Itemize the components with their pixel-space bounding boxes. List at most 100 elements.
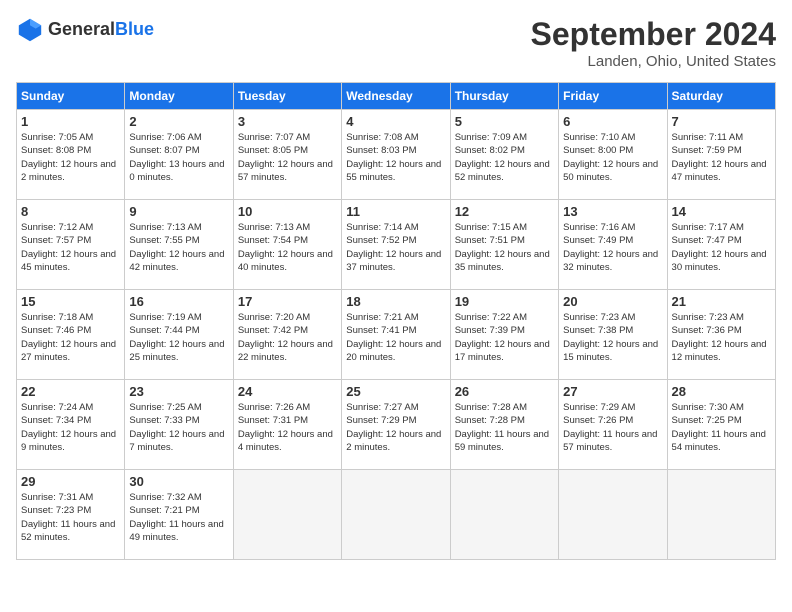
day-info: Sunrise: 7:16 AMSunset: 7:49 PMDaylight:… [563, 221, 662, 274]
day-info: Sunrise: 7:10 AMSunset: 8:00 PMDaylight:… [563, 131, 662, 184]
day-cell-3: 3 Sunrise: 7:07 AMSunset: 8:05 PMDaylight… [233, 110, 341, 200]
day-number: 13 [563, 204, 662, 219]
empty-cell [233, 470, 341, 560]
day-number: 15 [21, 294, 120, 309]
day-cell-2: 2 Sunrise: 7:06 AMSunset: 8:07 PMDaylight… [125, 110, 233, 200]
day-info: Sunrise: 7:11 AMSunset: 7:59 PMDaylight:… [672, 131, 771, 184]
day-cell-24: 24 Sunrise: 7:26 AMSunset: 7:31 PMDayligh… [233, 380, 341, 470]
day-number: 2 [129, 114, 228, 129]
day-cell-14: 14 Sunrise: 7:17 AMSunset: 7:47 PMDayligh… [667, 200, 775, 290]
day-info: Sunrise: 7:09 AMSunset: 8:02 PMDaylight:… [455, 131, 554, 184]
day-number: 26 [455, 384, 554, 399]
day-info: Sunrise: 7:22 AMSunset: 7:39 PMDaylight:… [455, 311, 554, 364]
day-number: 22 [21, 384, 120, 399]
day-number: 12 [455, 204, 554, 219]
day-number: 8 [21, 204, 120, 219]
day-cell-26: 26 Sunrise: 7:28 AMSunset: 7:28 PMDayligh… [450, 380, 558, 470]
day-number: 29 [21, 474, 120, 489]
day-cell-6: 6 Sunrise: 7:10 AMSunset: 8:00 PMDaylight… [559, 110, 667, 200]
day-number: 21 [672, 294, 771, 309]
day-info: Sunrise: 7:29 AMSunset: 7:26 PMDaylight:… [563, 401, 662, 454]
day-number: 1 [21, 114, 120, 129]
day-cell-23: 23Sunrise: 7:25 AMSunset: 7:33 PMDayligh… [125, 380, 233, 470]
empty-cell [559, 470, 667, 560]
day-info: Sunrise: 7:05 AMSunset: 8:08 PMDaylight:… [21, 131, 120, 184]
day-number: 14 [672, 204, 771, 219]
day-cell-13: 13 Sunrise: 7:16 AMSunset: 7:49 PMDayligh… [559, 200, 667, 290]
day-number: 10 [238, 204, 337, 219]
day-info: Sunrise: 7:07 AMSunset: 8:05 PMDaylight:… [238, 131, 337, 184]
day-number: 5 [455, 114, 554, 129]
day-number: 25 [346, 384, 445, 399]
day-info: Sunrise: 7:13 AMSunset: 7:55 PMDaylight:… [129, 221, 228, 274]
logo-text: GeneralBlue [48, 20, 154, 40]
day-number: 3 [238, 114, 337, 129]
col-header-tuesday: Tuesday [233, 83, 341, 110]
day-info: Sunrise: 7:24 AMSunset: 7:34 PMDaylight:… [21, 401, 120, 454]
day-number: 24 [238, 384, 337, 399]
day-cell-11: 11Sunrise: 7:14 AMSunset: 7:52 PMDayligh… [342, 200, 450, 290]
day-cell-9: 9 Sunrise: 7:13 AMSunset: 7:55 PMDaylight… [125, 200, 233, 290]
day-cell-21: 21 Sunrise: 7:23 AMSunset: 7:36 PMDayligh… [667, 290, 775, 380]
day-number: 27 [563, 384, 662, 399]
day-info: Sunrise: 7:30 AMSunset: 7:25 PMDaylight:… [672, 401, 771, 454]
logo-icon [16, 16, 44, 44]
day-cell-28: 28 Sunrise: 7:30 AMSunset: 7:25 PMDayligh… [667, 380, 775, 470]
day-cell-25: 25Sunrise: 7:27 AMSunset: 7:29 PMDayligh… [342, 380, 450, 470]
empty-cell [667, 470, 775, 560]
day-info: Sunrise: 7:15 AMSunset: 7:51 PMDaylight:… [455, 221, 554, 274]
day-cell-18: 18Sunrise: 7:21 AMSunset: 7:41 PMDayligh… [342, 290, 450, 380]
day-info: Sunrise: 7:06 AMSunset: 8:07 PMDaylight:… [129, 131, 228, 184]
empty-cell [450, 470, 558, 560]
day-number: 6 [563, 114, 662, 129]
col-header-friday: Friday [559, 83, 667, 110]
day-info: Sunrise: 7:14 AMSunset: 7:52 PMDaylight:… [346, 221, 445, 274]
day-number: 28 [672, 384, 771, 399]
month-year-title: September 2024 [531, 16, 776, 53]
empty-cell [342, 470, 450, 560]
day-number: 9 [129, 204, 228, 219]
day-info: Sunrise: 7:19 AMSunset: 7:44 PMDaylight:… [129, 311, 228, 364]
day-cell-8: 8 Sunrise: 7:12 AMSunset: 7:57 PMDaylight… [17, 200, 125, 290]
day-cell-12: 12 Sunrise: 7:15 AMSunset: 7:51 PMDayligh… [450, 200, 558, 290]
day-number: 7 [672, 114, 771, 129]
day-number: 19 [455, 294, 554, 309]
day-info: Sunrise: 7:17 AMSunset: 7:47 PMDaylight:… [672, 221, 771, 274]
day-info: Sunrise: 7:13 AMSunset: 7:54 PMDaylight:… [238, 221, 337, 274]
day-cell-30: 30 Sunrise: 7:32 AMSunset: 7:21 PMDayligh… [125, 470, 233, 560]
day-number: 30 [129, 474, 228, 489]
day-number: 4 [346, 114, 445, 129]
logo: GeneralBlue [16, 16, 154, 44]
page-header: GeneralBlue September 2024 Landen, Ohio,… [16, 16, 776, 70]
col-header-sunday: Sunday [17, 83, 125, 110]
day-info: Sunrise: 7:28 AMSunset: 7:28 PMDaylight:… [455, 401, 554, 454]
col-header-saturday: Saturday [667, 83, 775, 110]
day-info: Sunrise: 7:20 AMSunset: 7:42 PMDaylight:… [238, 311, 337, 364]
day-number: 16 [129, 294, 228, 309]
day-info: Sunrise: 7:26 AMSunset: 7:31 PMDaylight:… [238, 401, 337, 454]
day-number: 20 [563, 294, 662, 309]
location-subtitle: Landen, Ohio, United States [531, 53, 776, 70]
day-info: Sunrise: 7:12 AMSunset: 7:57 PMDaylight:… [21, 221, 120, 274]
day-info: Sunrise: 7:08 AMSunset: 8:03 PMDaylight:… [346, 131, 445, 184]
day-cell-16: 16 Sunrise: 7:19 AMSunset: 7:44 PMDayligh… [125, 290, 233, 380]
day-cell-5: 5 Sunrise: 7:09 AMSunset: 8:02 PMDaylight… [450, 110, 558, 200]
col-header-thursday: Thursday [450, 83, 558, 110]
col-header-monday: Monday [125, 83, 233, 110]
day-info: Sunrise: 7:21 AMSunset: 7:41 PMDaylight:… [346, 311, 445, 364]
day-info: Sunrise: 7:23 AMSunset: 7:36 PMDaylight:… [672, 311, 771, 364]
day-cell-20: 20Sunrise: 7:23 AMSunset: 7:38 PMDayligh… [559, 290, 667, 380]
day-cell-7: 7 Sunrise: 7:11 AMSunset: 7:59 PMDaylight… [667, 110, 775, 200]
day-cell-4: 4 Sunrise: 7:08 AMSunset: 8:03 PMDaylight… [342, 110, 450, 200]
day-number: 23 [129, 384, 228, 399]
day-info: Sunrise: 7:18 AMSunset: 7:46 PMDaylight:… [21, 311, 120, 364]
day-cell-17: 17 Sunrise: 7:20 AMSunset: 7:42 PMDayligh… [233, 290, 341, 380]
day-number: 17 [238, 294, 337, 309]
day-cell-19: 19 Sunrise: 7:22 AMSunset: 7:39 PMDayligh… [450, 290, 558, 380]
calendar-table: SundayMondayTuesdayWednesdayThursdayFrid… [16, 82, 776, 560]
day-cell-29: 29 Sunrise: 7:31 AMSunset: 7:23 PMDayligh… [17, 470, 125, 560]
day-cell-15: 15 Sunrise: 7:18 AMSunset: 7:46 PMDayligh… [17, 290, 125, 380]
day-info: Sunrise: 7:32 AMSunset: 7:21 PMDaylight:… [129, 491, 228, 544]
day-info: Sunrise: 7:31 AMSunset: 7:23 PMDaylight:… [21, 491, 120, 544]
title-area: September 2024 Landen, Ohio, United Stat… [531, 16, 776, 70]
